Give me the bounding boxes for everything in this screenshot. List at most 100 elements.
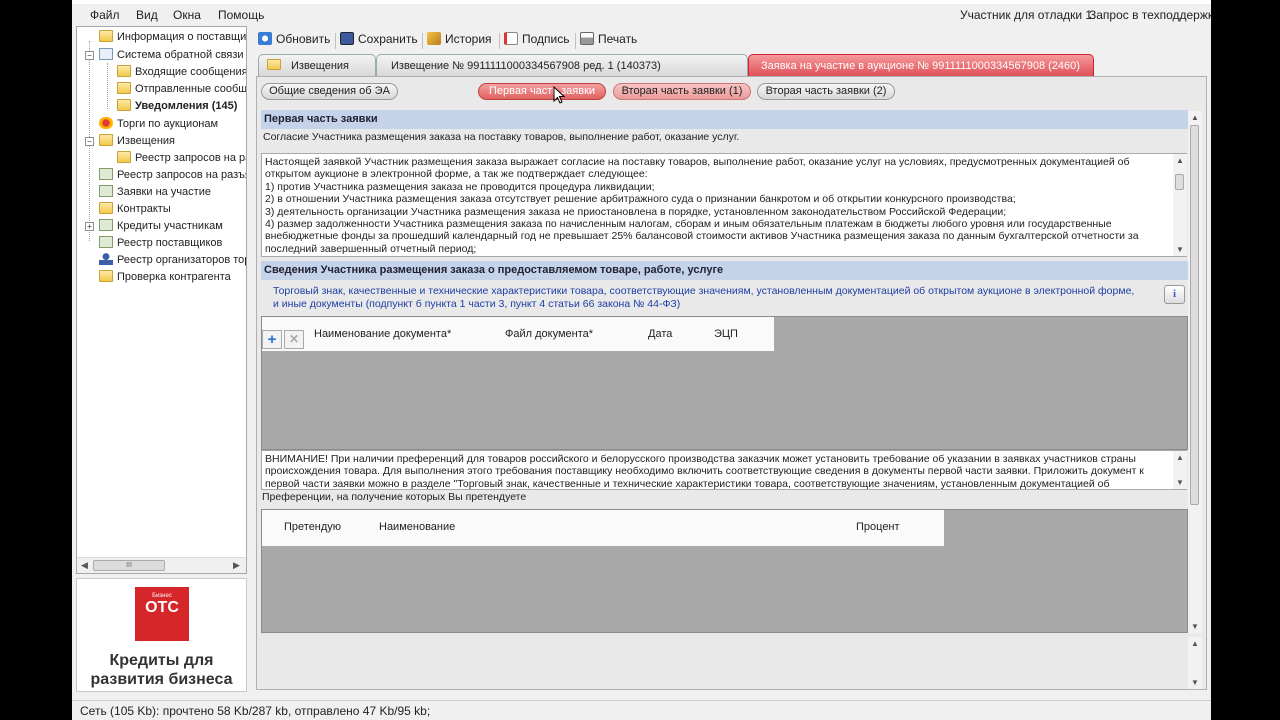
scroll-down-icon[interactable]: ▼ <box>1176 245 1184 254</box>
ad-text: Кредиты для развития бизнеса <box>77 651 246 689</box>
add-document-button[interactable]: + <box>262 330 282 349</box>
check-icon <box>99 168 113 180</box>
tree-item-clarification-registry[interactable]: Реестр запросов на разъяснения <box>99 167 246 184</box>
logo-caption: Бизнес <box>152 593 172 599</box>
tree-item-applications[interactable]: Заявки на участие <box>99 184 211 201</box>
logo-text: ОТС <box>145 599 179 616</box>
check-icon <box>99 185 113 197</box>
history-button[interactable]: История <box>427 32 492 46</box>
declaration-textbox[interactable]: Настоящей заявкой Участник размещения за… <box>261 153 1187 257</box>
tree-item-label: Система обратной связи <box>117 49 244 61</box>
ad-text-line1: Кредиты для <box>109 652 214 669</box>
tab-second-part-1[interactable]: Вторая часть заявки (1) <box>613 83 751 100</box>
scroll-thumb[interactable] <box>1190 125 1199 505</box>
tree-item-clarification-registry-sub[interactable]: Реестр запросов на разъяснения <box>117 150 246 167</box>
ad-banner[interactable]: Бизнес ОТС Кредиты для развития бизнеса <box>76 578 247 692</box>
collapse-icon[interactable]: − <box>85 51 94 60</box>
declaration-line: последний завершенный отчетный период; <box>265 242 477 255</box>
menu-view[interactable]: Вид <box>136 8 158 22</box>
folder-icon <box>117 99 131 111</box>
declaration-line: внебюджетные фонды за прошедший календар… <box>265 230 1139 243</box>
tree-item-feedback[interactable]: Система обратной связи <box>99 47 244 64</box>
menu-windows[interactable]: Окна <box>173 8 201 22</box>
tree-item-supplier-registry[interactable]: Реестр поставщиков <box>99 235 222 252</box>
tree-item-supplier-info[interactable]: Информация о поставщиках <box>99 29 247 46</box>
tab-notices[interactable]: Извещения <box>258 54 376 76</box>
print-button[interactable]: Печать <box>580 32 637 46</box>
tab-notice[interactable]: Извещение № 9911111000334567908 ред. 1 (… <box>376 54 748 76</box>
section-first-part-header: Первая часть заявки <box>261 110 1188 129</box>
menu-help[interactable]: Помощь <box>218 8 264 22</box>
documents-grid-header: + ✕ Наименование документа* Файл докумен… <box>262 317 774 351</box>
section-goods-header: Сведения Участника размещения заказа о п… <box>261 261 1188 280</box>
tree-item-organizer-registry[interactable]: Реестр организаторов торгов <box>99 252 246 269</box>
preference-warning-textbox[interactable]: ВНИМАНИЕ! При наличии преференций для то… <box>261 450 1187 490</box>
scroll-down-icon[interactable]: ▼ <box>1191 622 1199 631</box>
warning-line: первой части заявки можно в разделе "Тор… <box>265 477 1110 490</box>
column-name[interactable]: Наименование <box>379 521 455 533</box>
scroll-left-icon[interactable]: ◀ <box>81 560 88 571</box>
scroll-up-icon[interactable]: ▲ <box>1191 639 1199 648</box>
tree-item-label: Информация о поставщиках <box>117 31 247 43</box>
column-document-name[interactable]: Наименование документа* <box>314 328 451 340</box>
tab-first-part[interactable]: Первая часть заявки <box>478 83 606 100</box>
tree-item-label: Заявки на участие <box>117 186 211 198</box>
sign-button[interactable]: Подпись <box>504 32 570 46</box>
declaration-scrollbar[interactable]: ▲ ▼ <box>1173 154 1187 256</box>
tree-item-auctions[interactable]: Торги по аукционам <box>99 116 218 133</box>
tab-general-info[interactable]: Общие сведения об ЭА <box>261 83 398 100</box>
tree-item-contracts[interactable]: Контракты <box>99 201 171 218</box>
warning-line: ВНИМАНИЕ! При наличии преференций для то… <box>265 453 1136 465</box>
collapse-icon[interactable]: − <box>85 137 94 146</box>
sign-label: Подпись <box>522 32 570 46</box>
document-tabs: Извещения Извещение № 991111100033456790… <box>252 54 1207 76</box>
refresh-button[interactable]: Обновить <box>258 32 330 46</box>
info-button[interactable]: i <box>1164 285 1185 304</box>
sidebar-horizontal-scrollbar[interactable]: ◀ III ▶ <box>77 557 246 573</box>
column-date[interactable]: Дата <box>648 328 672 340</box>
current-user-link[interactable]: Участник для отладки 1 <box>960 8 1092 22</box>
folder-icon <box>117 151 131 163</box>
scroll-thumb[interactable]: III <box>93 560 165 571</box>
tab-label: Заявка на участие в аукционе № 991111100… <box>761 60 1080 72</box>
main-scrollbar[interactable]: ▲ ▼ <box>1188 111 1202 633</box>
history-icon <box>427 32 441 45</box>
expand-icon[interactable]: + <box>85 222 94 231</box>
declaration-line: открытом аукционе в электронной форме, а… <box>265 168 648 181</box>
delete-document-button[interactable]: ✕ <box>284 330 304 349</box>
column-percent[interactable]: Процент <box>856 521 900 533</box>
column-document-file[interactable]: Файл документа* <box>505 328 593 340</box>
scroll-up-icon[interactable]: ▲ <box>1176 453 1184 462</box>
check-icon <box>99 219 113 231</box>
support-request-link[interactable]: Запрос в техподдержку <box>1089 8 1211 22</box>
app-window: Файл Вид Окна Помощь Участник для отладк… <box>72 0 1211 720</box>
scroll-up-icon[interactable]: ▲ <box>1191 113 1199 122</box>
scroll-thumb[interactable] <box>1175 174 1184 190</box>
lower-scrollbar[interactable]: ▲ ▼ <box>1188 637 1202 689</box>
mouse-cursor-icon <box>553 86 565 104</box>
tree-item-counterparty-check[interactable]: Проверка контрагента <box>99 269 231 286</box>
tree-item-notifications[interactable]: Уведомления (145) <box>117 98 237 115</box>
tree-item-sent[interactable]: Отправленные сообщения <box>117 81 246 98</box>
tree-item-inbox[interactable]: Входящие сообщения <box>117 64 246 81</box>
print-label: Печать <box>598 32 638 46</box>
scroll-up-icon[interactable]: ▲ <box>1176 156 1184 165</box>
tab-label: Извещения <box>291 60 350 72</box>
menu-file[interactable]: Файл <box>90 8 120 22</box>
column-claim[interactable]: Претендую <box>284 521 341 533</box>
scroll-down-icon[interactable]: ▼ <box>1176 478 1184 487</box>
scroll-right-icon[interactable]: ▶ <box>233 560 240 571</box>
scroll-down-icon[interactable]: ▼ <box>1191 678 1199 687</box>
column-signature[interactable]: ЭЦП <box>714 328 738 340</box>
preferences-grid: Претендую Наименование Процент <box>261 509 1188 633</box>
tree-item-label: Торги по аукционам <box>117 118 219 130</box>
warning-scrollbar[interactable]: ▲ ▼ <box>1173 451 1187 489</box>
preferences-grid-header: Претендую Наименование Процент <box>262 510 944 546</box>
tab-second-part-2[interactable]: Вторая часть заявки (2) <box>757 83 895 100</box>
tree-item-notices[interactable]: Извещения <box>99 133 175 150</box>
preferences-label: Преференции, на получение которых Вы пре… <box>262 491 527 503</box>
tab-application[interactable]: Заявка на участие в аукционе № 991111100… <box>748 54 1094 76</box>
print-icon <box>580 32 594 45</box>
tree-item-credits[interactable]: Кредиты участникам <box>99 218 223 235</box>
save-button[interactable]: Сохранить <box>340 32 418 46</box>
